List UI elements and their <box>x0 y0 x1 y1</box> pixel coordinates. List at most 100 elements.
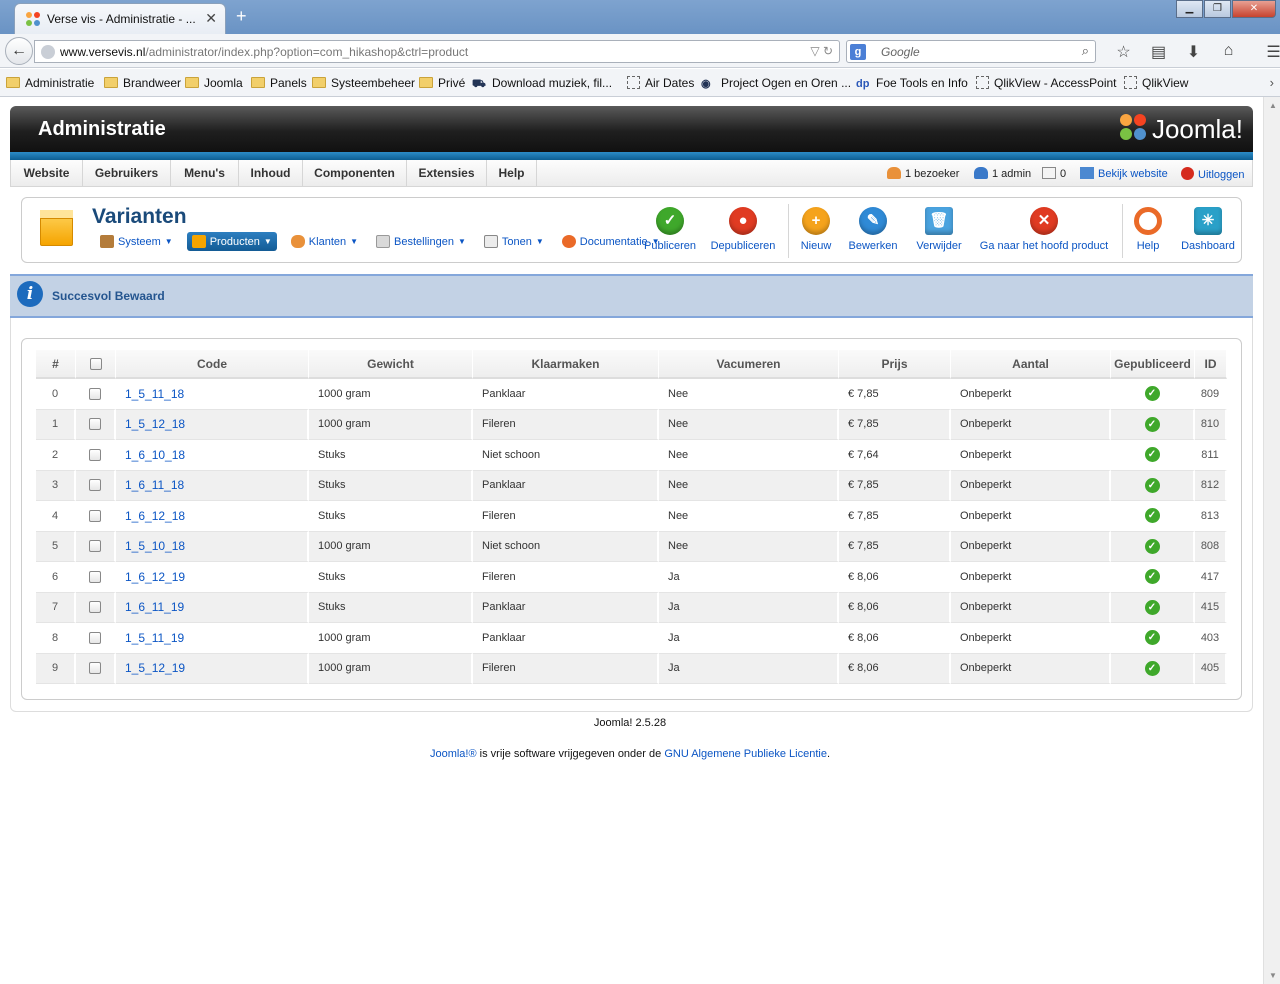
vertical-scrollbar[interactable]: ▲ ▼ <box>1263 97 1280 984</box>
home-icon[interactable]: ⌂ <box>1211 42 1246 62</box>
search-icon[interactable]: ⌕ <box>1082 43 1089 59</box>
row-checkbox[interactable] <box>89 631 101 644</box>
logout-link[interactable]: Uitloggen <box>1181 167 1244 181</box>
variant-code-link[interactable]: 1_5_12_19 <box>116 653 309 684</box>
window-close-icon[interactable]: ✕ <box>1232 0 1276 18</box>
published-check-icon[interactable]: ✓ <box>1144 447 1160 463</box>
submenu-bestellingen[interactable]: Bestellingen ▼ <box>372 232 470 251</box>
menu-help[interactable]: Help <box>487 160 537 186</box>
menu-menus[interactable]: Menu's <box>171 160 239 186</box>
select-all-checkbox[interactable] <box>89 358 102 371</box>
published-check-icon[interactable]: ✓ <box>1144 630 1160 646</box>
bookmark-item[interactable]: Air Dates <box>627 76 694 90</box>
url-bar[interactable]: www.versevis.nl/administrator/index.php?… <box>34 40 840 63</box>
variant-code-link[interactable]: 1_6_12_18 <box>116 501 309 532</box>
minimize-icon[interactable]: ▁ <box>1176 0 1203 18</box>
submenu-systeem[interactable]: Systeem ▼ <box>96 232 177 251</box>
messages-status[interactable]: 0 <box>1042 167 1066 180</box>
col-klaarmaken-header[interactable]: Klaarmaken <box>473 350 659 379</box>
row-checkbox[interactable] <box>89 448 101 461</box>
submenu-klanten[interactable]: Klanten ▼ <box>287 232 362 251</box>
bookmark-item[interactable]: Brandweer <box>104 76 181 90</box>
variant-code-link[interactable]: 1_6_11_18 <box>116 470 309 501</box>
google-icon[interactable]: g <box>850 44 866 60</box>
edit-button[interactable]: ✎ Bewerken <box>847 207 899 252</box>
published-check-icon[interactable]: ✓ <box>1144 538 1160 554</box>
col-vacumeren-header[interactable]: Vacumeren <box>659 350 839 379</box>
variant-code-link[interactable]: 1_6_12_19 <box>116 562 309 593</box>
published-check-icon[interactable]: ✓ <box>1144 599 1160 615</box>
variant-code-link[interactable]: 1_5_10_18 <box>116 531 309 562</box>
chevron-right-icon[interactable]: › <box>1270 75 1274 90</box>
col-prijs-header[interactable]: Prijs <box>839 350 951 379</box>
row-checkbox[interactable] <box>89 540 101 553</box>
published-check-icon[interactable]: ✓ <box>1144 416 1160 432</box>
bookmark-item[interactable]: dp Foe Tools en Info <box>856 76 968 90</box>
bookmark-item[interactable]: Administratie <box>6 76 94 90</box>
col-gewicht-header[interactable]: Gewicht <box>309 350 473 379</box>
menu-componenten[interactable]: Componenten <box>303 160 407 186</box>
menu-extensies[interactable]: Extensies <box>407 160 487 186</box>
row-checkbox[interactable] <box>89 479 101 492</box>
delete-button[interactable]: 🗑 Verwijder <box>914 207 964 252</box>
gpl-license-link[interactable]: GNU Algemene Publieke Licentie <box>664 748 827 760</box>
menu-icon[interactable]: ☰ <box>1256 42 1280 62</box>
help-button[interactable]: Help <box>1132 207 1164 252</box>
variant-code-link[interactable]: 1_5_11_19 <box>116 623 309 654</box>
back-button[interactable]: ← <box>5 37 33 65</box>
star-icon[interactable]: ☆ <box>1106 42 1141 62</box>
col-code-header[interactable]: Code <box>116 350 309 379</box>
new-tab-icon[interactable]: + <box>236 6 247 27</box>
menu-inhoud[interactable]: Inhoud <box>239 160 303 186</box>
published-check-icon[interactable]: ✓ <box>1144 569 1160 585</box>
bookmark-item[interactable]: ⛟ Download muziek, fil... <box>472 76 612 92</box>
published-check-icon[interactable]: ✓ <box>1144 386 1160 402</box>
published-check-icon[interactable]: ✓ <box>1144 508 1160 524</box>
variant-code-link[interactable]: 1_6_11_19 <box>116 592 309 623</box>
row-checkbox[interactable] <box>89 662 101 675</box>
submenu-producten[interactable]: Producten ▼ <box>186 232 277 251</box>
variant-code-link[interactable]: 1_6_10_18 <box>116 440 309 471</box>
row-checkbox-cell <box>76 531 116 562</box>
downloads-icon[interactable]: ⬇ <box>1176 42 1211 62</box>
bookmark-item[interactable]: QlikView - AccessPoint <box>976 76 1117 90</box>
goto-main-product-button[interactable]: ✕ Ga naar het hoofd product <box>978 207 1110 252</box>
bookmarks-menu-icon[interactable]: ▤ <box>1141 42 1176 62</box>
col-id-header[interactable]: ID <box>1195 350 1227 379</box>
submenu-tonen[interactable]: Tonen ▼ <box>480 232 548 251</box>
menu-gebruikers[interactable]: Gebruikers <box>83 160 171 186</box>
joomla-link[interactable]: Joomla!® <box>430 748 477 760</box>
published-check-icon[interactable]: ✓ <box>1144 660 1160 676</box>
close-tab-icon[interactable]: ✕ <box>205 10 217 27</box>
col-aantal-header[interactable]: Aantal <box>951 350 1111 379</box>
bookmark-item[interactable]: Joomla <box>185 76 243 90</box>
row-checkbox[interactable] <box>89 387 101 400</box>
restore-icon[interactable]: ❐ <box>1204 0 1231 18</box>
bookmark-item[interactable]: Privé <box>419 76 465 90</box>
scroll-up-icon[interactable]: ▲ <box>1269 101 1277 110</box>
row-checkbox[interactable] <box>89 570 101 583</box>
search-bar[interactable]: g Google ⌕ <box>846 40 1096 63</box>
folder-icon <box>419 77 433 88</box>
menu-website[interactable]: Website <box>11 160 83 186</box>
published-check-icon[interactable]: ✓ <box>1144 477 1160 493</box>
variant-code-link[interactable]: 1_5_11_18 <box>116 379 309 410</box>
bookmark-item[interactable]: Panels <box>251 76 307 90</box>
view-site-link[interactable]: Bekijk website <box>1080 167 1168 180</box>
browser-tab[interactable]: Verse vis - Administratie - ... ✕ <box>14 3 226 34</box>
prijs-cell: € 8,06 <box>839 653 951 684</box>
bookmark-item[interactable]: QlikView <box>1124 76 1188 90</box>
scroll-down-icon[interactable]: ▼ <box>1269 971 1277 980</box>
dashboard-button[interactable]: ✳ Dashboard <box>1178 207 1238 252</box>
row-checkbox[interactable] <box>89 509 101 522</box>
col-gepubliceerd-header[interactable]: Gepubliceerd <box>1111 350 1195 379</box>
publish-button[interactable]: ✓ Publiceren <box>642 207 698 252</box>
new-button[interactable]: + Nieuw <box>798 207 834 252</box>
unpublish-button[interactable]: ● Depubliceren <box>710 207 776 252</box>
reload-icon[interactable]: ▽ ↻ <box>810 44 833 58</box>
row-checkbox[interactable] <box>89 418 101 431</box>
variant-code-link[interactable]: 1_5_12_18 <box>116 409 309 440</box>
row-checkbox[interactable] <box>89 601 101 614</box>
bookmark-item[interactable]: ◉ Project Ogen en Oren ... <box>701 76 851 90</box>
bookmark-item[interactable]: Systeembeheer <box>312 76 415 90</box>
